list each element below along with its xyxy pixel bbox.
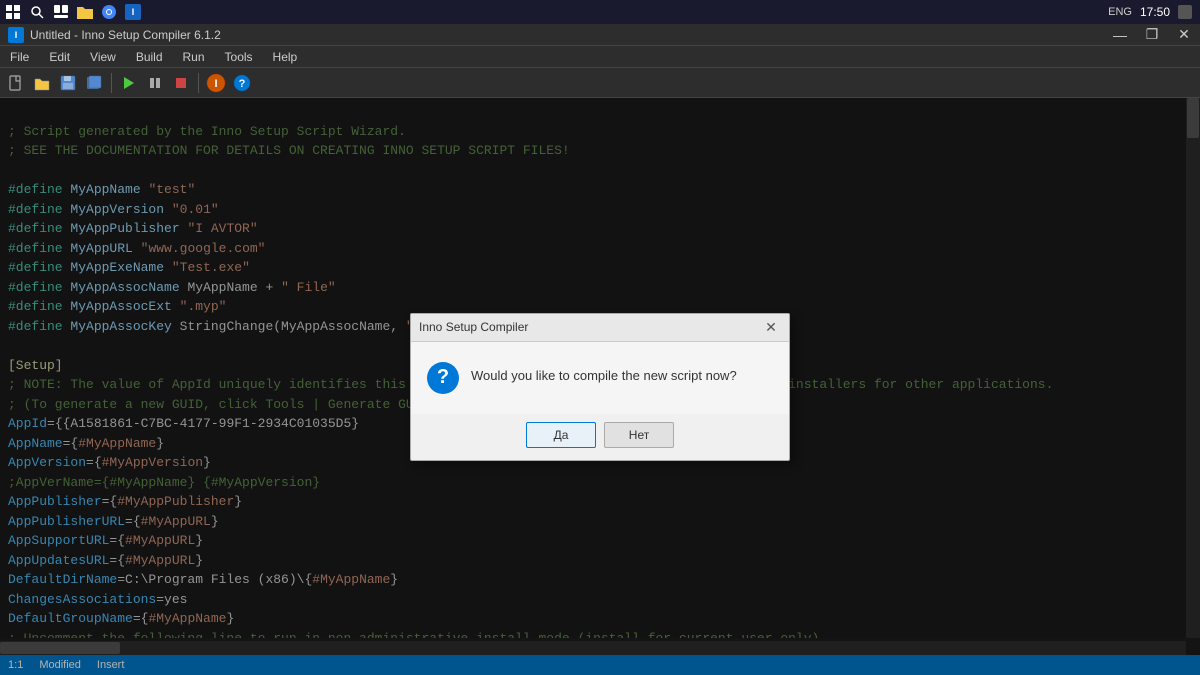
dialog-overlay: Inno Setup Compiler ✕ ? Would you like t…	[0, 98, 1200, 675]
window-title: Untitled - Inno Setup Compiler 6.1.2	[30, 28, 221, 42]
dialog-yes-button[interactable]: Да	[526, 422, 596, 448]
start-button[interactable]	[4, 3, 22, 21]
menu-build[interactable]: Build	[126, 46, 173, 68]
dialog-body: ? Would you like to compile the new scri…	[411, 342, 789, 414]
minimize-button[interactable]: —	[1104, 24, 1136, 46]
save-all-button[interactable]	[82, 71, 106, 95]
toolbar: I ?	[0, 68, 1200, 98]
dialog-footer: Да Нет	[411, 414, 789, 460]
titlebar: I Untitled - Inno Setup Compiler 6.1.2 —…	[0, 24, 1200, 46]
app-logo: I	[8, 27, 24, 43]
dialog-titlebar: Inno Setup Compiler ✕	[411, 314, 789, 342]
window-controls: — ❐ ✕	[1104, 24, 1200, 46]
titlebar-title-area: I Untitled - Inno Setup Compiler 6.1.2	[0, 27, 221, 43]
save-button[interactable]	[56, 71, 80, 95]
dialog-title: Inno Setup Compiler	[419, 320, 528, 334]
taskbar-time: 17:50	[1140, 5, 1170, 19]
menu-help[interactable]: Help	[263, 46, 308, 68]
dialog-message: Would you like to compile the new script…	[471, 362, 737, 386]
dialog-question-icon: ?	[427, 362, 459, 394]
dialog-no-button[interactable]: Нет	[604, 422, 674, 448]
svg-text:?: ?	[239, 78, 246, 90]
menubar: File Edit View Build Run Tools Help	[0, 46, 1200, 68]
toolbar-separator-2	[198, 73, 199, 93]
svg-text:I: I	[214, 78, 217, 90]
menu-edit[interactable]: Edit	[39, 46, 80, 68]
menu-run[interactable]: Run	[173, 46, 215, 68]
notification-icon[interactable]	[1178, 5, 1192, 19]
help-button[interactable]: ?	[230, 71, 254, 95]
open-button[interactable]	[30, 71, 54, 95]
app-icon[interactable]: I	[124, 3, 142, 21]
compile-button[interactable]: I	[204, 71, 228, 95]
taskbar-left: I	[0, 3, 142, 21]
file-explorer-icon[interactable]	[76, 3, 94, 21]
taskbar-lang: ENG	[1108, 6, 1132, 18]
search-taskbar-icon[interactable]	[28, 3, 46, 21]
pause-button[interactable]	[143, 71, 167, 95]
chrome-icon[interactable]	[100, 3, 118, 21]
menu-view[interactable]: View	[80, 46, 126, 68]
new-button[interactable]	[4, 71, 28, 95]
taskbar: I ENG 17:50	[0, 0, 1200, 24]
taskbar-right: ENG 17:50	[1108, 5, 1200, 19]
maximize-button[interactable]: ❐	[1136, 24, 1168, 46]
menu-file[interactable]: File	[0, 46, 39, 68]
run-button[interactable]	[117, 71, 141, 95]
menu-tools[interactable]: Tools	[215, 46, 263, 68]
stop-button[interactable]	[169, 71, 193, 95]
dialog-close-button[interactable]: ✕	[761, 317, 781, 337]
task-view-icon[interactable]	[52, 3, 70, 21]
close-button[interactable]: ✕	[1168, 24, 1200, 46]
compile-dialog: Inno Setup Compiler ✕ ? Would you like t…	[410, 313, 790, 461]
toolbar-separator-1	[111, 73, 112, 93]
